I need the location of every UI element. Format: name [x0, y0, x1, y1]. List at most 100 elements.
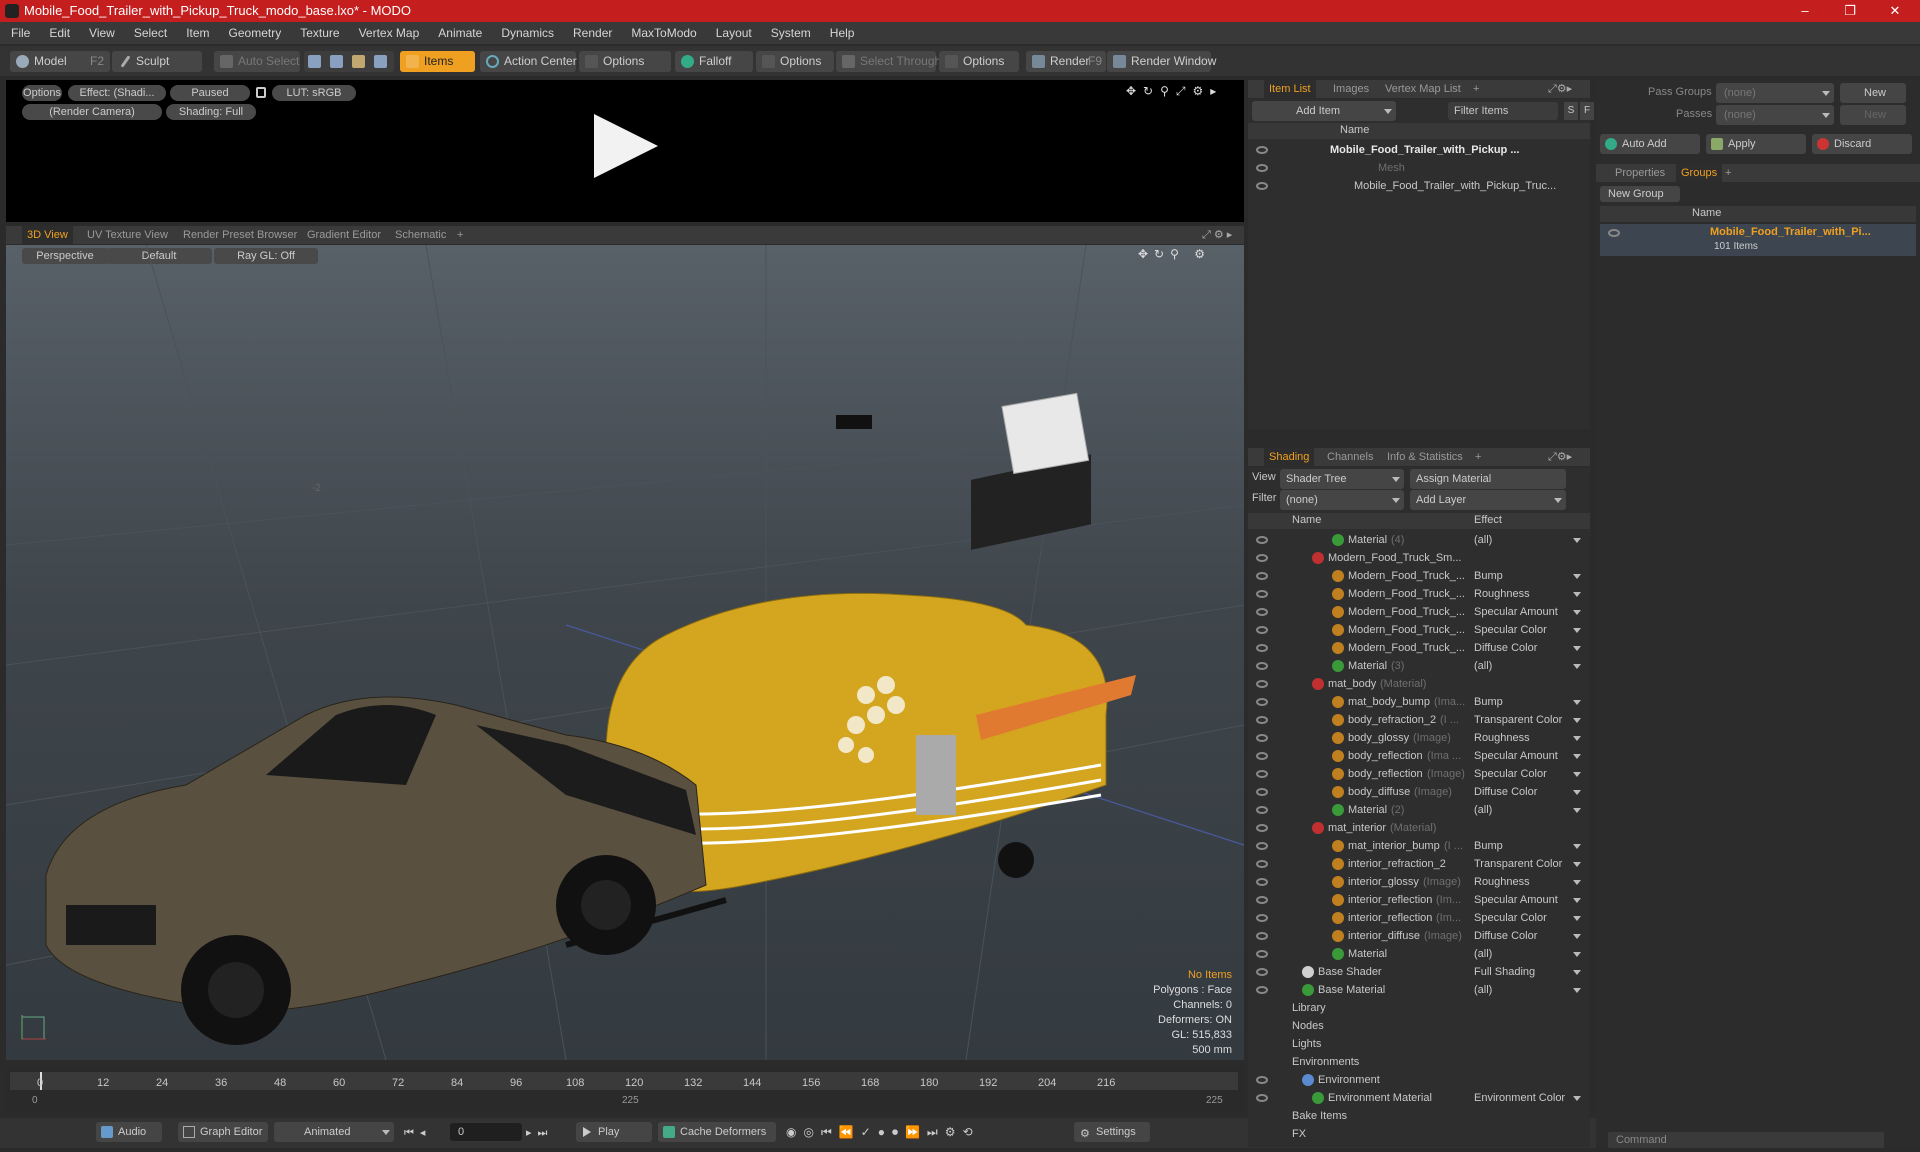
layer-effect-dropdown[interactable]: Bump — [1474, 693, 1503, 711]
preview-nav-icons[interactable]: ✥↻⚲⤢⚙▸ — [1126, 84, 1223, 99]
render-camera-dropdown[interactable]: (Render Camera) — [22, 104, 162, 120]
lock-icon[interactable] — [256, 87, 266, 98]
shader-tree-row[interactable]: Modern_Food_Truck_... Diffuse Color — [1248, 639, 1590, 657]
menu-select[interactable]: Select — [123, 22, 175, 44]
new-pass-group-button[interactable]: New — [1840, 83, 1906, 103]
layer-effect-dropdown[interactable]: Bump — [1474, 567, 1503, 585]
shader-tree-row[interactable]: Bake Items — [1248, 1107, 1590, 1125]
layer-effect-dropdown[interactable]: Full Shading — [1474, 963, 1535, 981]
add-layer-dropdown[interactable]: Add Layer — [1410, 490, 1566, 510]
filter-toggle[interactable]: F — [1580, 102, 1594, 120]
shader-tree-row[interactable]: Modern_Food_Truck_... Bump — [1248, 567, 1590, 585]
passes-dropdown[interactable]: (none) — [1716, 105, 1834, 125]
visibility-eye-icon[interactable] — [1256, 1076, 1268, 1084]
visibility-eye-icon[interactable] — [1256, 644, 1268, 652]
action-center-button[interactable]: Action Center — [480, 51, 577, 72]
items-mode-button[interactable]: Items — [400, 51, 475, 72]
shader-tree-row[interactable]: Material (2) (all) — [1248, 801, 1590, 819]
tab-info-statistics[interactable]: Info & Statistics — [1382, 448, 1468, 466]
filter-items-input[interactable]: Filter Items — [1448, 102, 1558, 120]
command-input[interactable]: Command — [1608, 1132, 1884, 1148]
shader-tree-row[interactable]: Environment Material Environment Color — [1248, 1089, 1590, 1107]
shader-tree-row[interactable]: interior_glossy (Image) Roughness — [1248, 873, 1590, 891]
menu-vertex-map[interactable]: Vertex Map — [348, 22, 428, 44]
3d-viewport[interactable]: Perspective Default Ray GL: Off ✥↻⚲ ⚙ -2 — [6, 245, 1244, 1060]
shader-tree-row[interactable]: mat_body_bump (Ima... Bump — [1248, 693, 1590, 711]
menu-animate[interactable]: Animate — [427, 22, 490, 44]
maximize-button[interactable]: ❐ — [1830, 0, 1870, 22]
panel-menu-icons[interactable]: ⤢⚙▸ — [1548, 82, 1572, 96]
shader-tree-row[interactable]: mat_body (Material) — [1248, 675, 1590, 693]
layer-effect-dropdown[interactable]: Roughness — [1474, 729, 1530, 747]
layer-effect-dropdown[interactable]: Specular Color — [1474, 765, 1547, 783]
menu-render[interactable]: Render — [562, 22, 620, 44]
shader-tree-row[interactable]: body_refraction_2 (I ... Transparent Color — [1248, 711, 1590, 729]
tab-uv-texture-view[interactable]: UV Texture View — [82, 226, 173, 244]
layer-effect-dropdown[interactable]: Specular Color — [1474, 621, 1547, 639]
visibility-eye-icon[interactable] — [1256, 770, 1268, 778]
visibility-eye-icon[interactable] — [1256, 608, 1268, 616]
menu-texture[interactable]: Texture — [289, 22, 347, 44]
polygons-mode-icon[interactable] — [352, 55, 365, 68]
layer-effect-dropdown[interactable]: Specular Amount — [1474, 603, 1558, 621]
menu-edit[interactable]: Edit — [38, 22, 78, 44]
visibility-eye-icon[interactable] — [1256, 896, 1268, 904]
shader-tree-row[interactable]: FX — [1248, 1125, 1590, 1143]
layer-effect-dropdown[interactable]: (all) — [1474, 801, 1492, 819]
preview-options-button[interactable]: Options — [22, 85, 62, 101]
auto-add-button[interactable]: Auto Add — [1600, 134, 1700, 154]
add-tab-button[interactable]: + — [1470, 448, 1486, 466]
list-item[interactable]: Mobile_Food_Trailer_with_Pickup ... — [1248, 141, 1590, 159]
menu-maxtomodo[interactable]: MaxToModo — [620, 22, 704, 44]
layer-effect-dropdown[interactable]: Diffuse Color — [1474, 639, 1537, 657]
shader-tree-row[interactable]: interior_reflection (Im... Specular Color — [1248, 909, 1590, 927]
layer-effect-dropdown[interactable]: Specular Amount — [1474, 747, 1558, 765]
list-item[interactable]: Mobile_Food_Trailer_with_Pickup_Truc... — [1248, 177, 1590, 195]
settings-button[interactable]: ⚙ Settings — [1074, 1122, 1150, 1142]
filter-dropdown[interactable]: (none) — [1280, 490, 1404, 510]
layer-effect-dropdown[interactable]: Transparent Color — [1474, 711, 1562, 729]
timeline-ruler[interactable]: 0 12 24 36 48 60 72 84 96 108 120 132 14… — [10, 1072, 1238, 1090]
visibility-eye-icon[interactable] — [1256, 842, 1268, 850]
discard-button[interactable]: Discard — [1812, 134, 1912, 154]
menu-item[interactable]: Item — [175, 22, 217, 44]
graph-editor-button[interactable]: Graph Editor — [178, 1122, 268, 1142]
select-through-options-button[interactable]: Options — [939, 51, 1019, 72]
add-tab-button[interactable]: + — [1720, 164, 1736, 182]
select-through-button[interactable]: Select Through — [836, 51, 941, 72]
menu-view[interactable]: View — [78, 22, 123, 44]
shader-tree-row[interactable]: Material (4) (all) — [1248, 531, 1590, 549]
assign-material-button[interactable]: Assign Material — [1410, 469, 1566, 489]
materials-mode-icon[interactable] — [374, 55, 387, 68]
shader-tree-row[interactable]: interior_diffuse (Image) Diffuse Color — [1248, 927, 1590, 945]
visibility-eye-icon[interactable] — [1256, 182, 1268, 190]
menu-geometry[interactable]: Geometry — [218, 22, 290, 44]
visibility-eye-icon[interactable] — [1256, 752, 1268, 760]
effect-dropdown[interactable]: Effect: (Shadi... — [68, 85, 166, 101]
visibility-eye-icon[interactable] — [1256, 968, 1268, 976]
visibility-eye-icon[interactable] — [1608, 229, 1620, 237]
menu-system[interactable]: System — [760, 22, 819, 44]
shader-tree-row[interactable]: body_reflection (Ima ... Specular Amount — [1248, 747, 1590, 765]
viewport-expand-icon[interactable]: ⤢ ⚙ ▸ — [1202, 228, 1232, 242]
animated-dropdown[interactable]: Animated — [274, 1122, 394, 1142]
visibility-eye-icon[interactable] — [1256, 860, 1268, 868]
shader-tree-row[interactable]: Modern_Food_Truck_... Specular Color — [1248, 621, 1590, 639]
shader-tree-row[interactable]: body_reflection (Image) Specular Color — [1248, 765, 1590, 783]
shader-tree-row[interactable]: Lights — [1248, 1035, 1590, 1053]
layer-effect-dropdown[interactable]: (all) — [1474, 981, 1492, 999]
tab-images[interactable]: Images — [1328, 80, 1374, 98]
add-tab-button[interactable]: + — [1468, 80, 1484, 98]
shader-tree-row[interactable]: Modern_Food_Truck_Sm... — [1248, 549, 1590, 567]
vertices-mode-icon[interactable] — [308, 55, 321, 68]
shader-tree-row[interactable]: Material (all) — [1248, 945, 1590, 963]
shader-tree-row[interactable]: Nodes — [1248, 1017, 1590, 1035]
tab-item-list[interactable]: Item List — [1264, 80, 1316, 98]
layer-effect-dropdown[interactable]: Diffuse Color — [1474, 927, 1537, 945]
shader-tree-row[interactable]: Base Shader Full Shading — [1248, 963, 1590, 981]
action-center-options-button[interactable]: Options — [579, 51, 671, 72]
tab-channels[interactable]: Channels — [1322, 448, 1378, 466]
cache-deformers-button[interactable]: Cache Deformers — [658, 1122, 776, 1142]
shader-tree-row[interactable]: Library — [1248, 999, 1590, 1017]
shader-tree-row[interactable]: Environment — [1248, 1071, 1590, 1089]
